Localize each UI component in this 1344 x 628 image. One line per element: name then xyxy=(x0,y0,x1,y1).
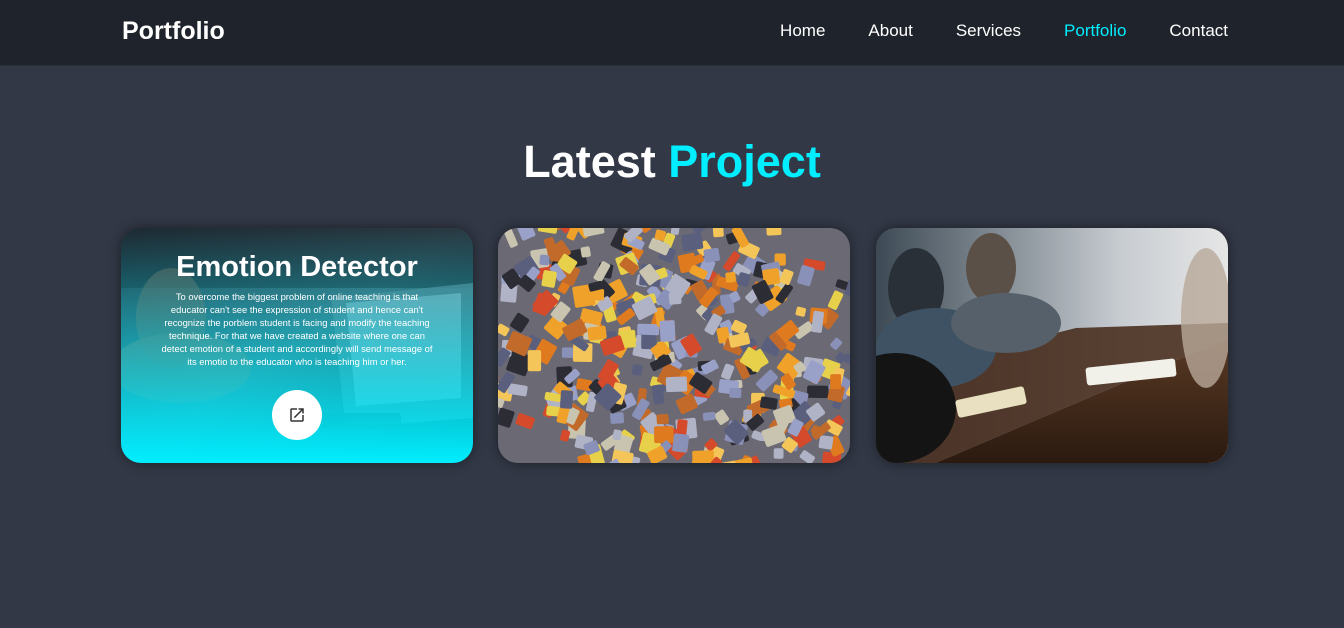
puzzle-piece xyxy=(610,412,625,424)
external-link-icon xyxy=(290,408,304,422)
puzzle-piece xyxy=(807,385,829,399)
puzzle-piece xyxy=(766,228,782,236)
puzzle-piece xyxy=(830,374,842,390)
puzzle-piece xyxy=(637,323,660,336)
logo[interactable]: Portfolio xyxy=(122,16,225,46)
nav-contact[interactable]: Contact xyxy=(1169,20,1228,42)
puzzle-piece xyxy=(818,435,834,450)
section-heading: Latest Project xyxy=(0,136,1344,188)
project-title: Emotion Detector xyxy=(176,251,418,283)
puzzle-piece xyxy=(725,271,737,283)
puzzle-piece xyxy=(659,320,676,342)
site-header: Portfolio Home About Services Portfolio … xyxy=(0,0,1344,66)
puzzle-piece xyxy=(692,450,715,463)
puzzle-piece xyxy=(773,448,784,459)
puzzle-piece xyxy=(665,376,688,393)
puzzle-piece xyxy=(539,254,550,266)
puzzle-piece xyxy=(681,232,704,252)
heading-accent: Project xyxy=(668,136,821,187)
main-nav: Home About Services Portfolio Contact xyxy=(737,20,1228,42)
puzzle-piece xyxy=(580,246,591,258)
nav-portfolio[interactable]: Portfolio xyxy=(1064,20,1126,42)
nav-about[interactable]: About xyxy=(868,20,912,42)
nav-home[interactable]: Home xyxy=(780,20,825,42)
puzzle-piece xyxy=(632,364,643,376)
puzzle-piece xyxy=(729,388,742,399)
meeting-table-photo xyxy=(876,228,1228,463)
heading-main: Latest xyxy=(523,136,656,187)
puzzle-piece xyxy=(587,325,607,341)
puzzle-piece xyxy=(541,270,557,288)
puzzle-piece xyxy=(703,247,721,263)
project-card-2[interactable] xyxy=(498,228,850,463)
puzzle-piece xyxy=(712,228,724,238)
project-card-3[interactable] xyxy=(876,228,1228,463)
puzzle-piece xyxy=(656,413,669,425)
project-description: To overcome the biggest problem of onlin… xyxy=(161,291,433,367)
puzzle-piece xyxy=(559,390,574,409)
puzzle-piece xyxy=(702,411,716,421)
project-link-button[interactable] xyxy=(272,390,322,440)
puzzle-piece xyxy=(672,433,690,453)
puzzle-piece xyxy=(527,350,542,372)
puzzle-pieces-photo xyxy=(498,228,850,463)
puzzle-piece xyxy=(654,426,674,444)
project-overlay: Emotion Detector To overcome the biggest… xyxy=(121,228,473,463)
nav-services[interactable]: Services xyxy=(956,20,1021,42)
project-card-emotion-detector[interactable]: Emotion Detector To overcome the biggest… xyxy=(121,228,473,463)
